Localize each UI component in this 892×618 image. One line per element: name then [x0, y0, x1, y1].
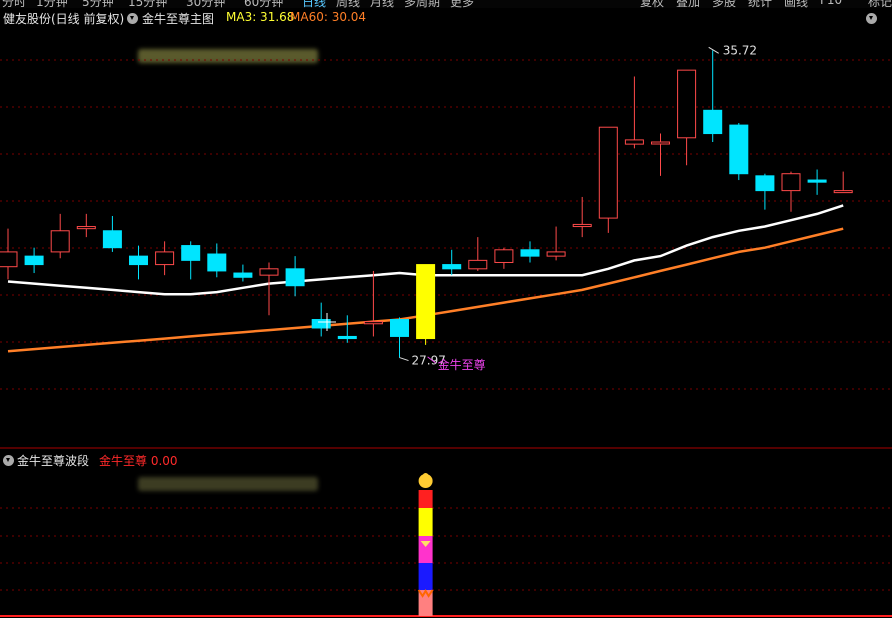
candle-body — [233, 272, 253, 278]
candle-body — [520, 249, 540, 257]
candle-body — [833, 190, 853, 194]
candle-body — [0, 251, 18, 268]
sub-indicator-name[interactable]: 金牛至尊波段 — [17, 452, 89, 469]
signal-label: 金牛至尊 — [438, 357, 486, 372]
candle-body — [181, 245, 201, 261]
candle-body — [624, 139, 644, 145]
high-marker — [708, 46, 719, 54]
candle-body — [755, 175, 775, 192]
candle-body — [24, 255, 44, 266]
candle-body — [363, 321, 383, 325]
high-price-label: 35.72 — [723, 43, 757, 57]
candle-body — [494, 249, 514, 263]
candle-body — [598, 126, 618, 219]
candle-body — [468, 259, 488, 270]
signal-bar-segment — [418, 490, 433, 508]
candle-body — [337, 335, 357, 340]
candle-body — [76, 226, 96, 230]
candle-body — [285, 268, 305, 287]
candle-body — [677, 69, 697, 139]
candle-body — [651, 141, 670, 145]
candle-body — [207, 253, 227, 272]
candlestick-chart[interactable]: 35.7227.97金牛至尊 — [0, 0, 892, 618]
candle-body — [572, 223, 592, 228]
candle-body — [416, 264, 436, 340]
candle-body — [807, 179, 827, 183]
sub-indicator-value: 金牛至尊 0.00 — [99, 454, 178, 468]
candle-body — [703, 109, 723, 135]
candle-body — [259, 268, 279, 276]
candle-body — [102, 230, 122, 249]
money-bag-knot-icon — [422, 473, 429, 479]
candle-body — [442, 264, 462, 270]
candle-body — [129, 255, 148, 266]
signal-bar-segment — [418, 536, 433, 563]
candle-body — [729, 124, 749, 175]
candle-body — [50, 230, 70, 253]
candle-body — [155, 251, 175, 266]
candle-body — [546, 251, 566, 257]
signal-bar-segment — [418, 563, 433, 590]
low-marker — [399, 357, 409, 362]
sub-chart-header: 金牛至尊波段 金牛至尊 0.00 — [0, 451, 892, 469]
sub-indicator-dropdown-icon[interactable] — [3, 455, 14, 466]
candle-body — [390, 319, 409, 337]
candle-body — [781, 173, 801, 192]
signal-bar-segment — [418, 508, 433, 536]
